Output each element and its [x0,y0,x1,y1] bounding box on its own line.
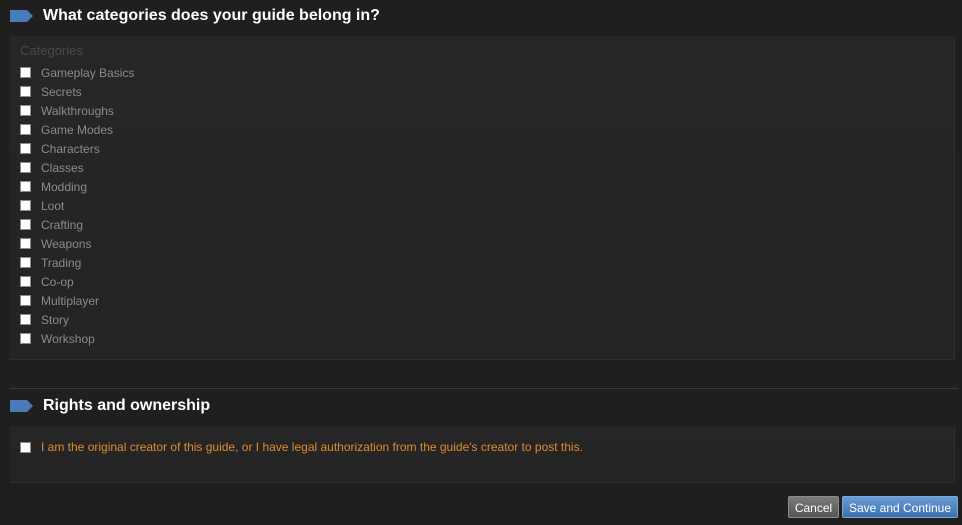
category-checkbox[interactable] [20,124,31,135]
category-label: Workshop [41,331,95,346]
category-label: Story [41,312,70,327]
category-label: Loot [41,198,65,213]
category-checkbox[interactable] [20,276,31,287]
blue-tag-icon [10,10,33,22]
category-checkbox[interactable] [20,257,31,268]
category-label: Crafting [41,217,84,232]
blue-tag-icon [10,400,33,412]
category-item-characters[interactable]: Characters [20,139,134,158]
category-item-trading[interactable]: Trading [20,253,134,272]
category-item-weapons[interactable]: Weapons [20,234,134,253]
rights-agreement-label: I am the original creator of this guide,… [41,440,583,454]
category-checkbox[interactable] [20,143,31,154]
rights-section-header: Rights and ownership [10,394,210,418]
category-label: Modding [41,179,88,194]
category-item-loot[interactable]: Loot [20,196,134,215]
categories-label: Categories [20,43,83,58]
category-label: Classes [41,160,84,175]
category-item-workshop[interactable]: Workshop [20,329,134,348]
category-checkbox[interactable] [20,105,31,116]
category-label: Characters [41,141,100,156]
category-item-co-op[interactable]: Co-op [20,272,134,291]
category-checkbox[interactable] [20,181,31,192]
rights-agreement-checkbox[interactable] [20,441,31,453]
rights-panel: I am the original creator of this guide,… [10,426,955,483]
category-item-modding[interactable]: Modding [20,177,134,196]
category-item-secrets[interactable]: Secrets [20,82,134,101]
category-item-crafting[interactable]: Crafting [20,215,134,234]
category-item-story[interactable]: Story [20,310,134,329]
category-label: Walkthroughs [41,103,114,118]
category-label: Game Modes [41,122,114,137]
category-item-game-modes[interactable]: Game Modes [20,120,134,139]
categories-panel: Categories Gameplay Basics Secrets Walkt… [10,36,955,360]
category-checkbox[interactable] [20,162,31,173]
category-label: Co-op [41,274,74,289]
categories-section-title: What categories does your guide belong i… [43,7,380,24]
category-item-classes[interactable]: Classes [20,158,134,177]
category-checkbox[interactable] [20,200,31,211]
category-checkbox[interactable] [20,314,31,325]
category-item-gameplay-basics[interactable]: Gameplay Basics [20,63,134,82]
rights-agreement[interactable]: I am the original creator of this guide,… [20,440,583,454]
category-checkbox[interactable] [20,238,31,249]
save-and-continue-button[interactable]: Save and Continue [842,496,958,518]
category-checkbox[interactable] [20,333,31,344]
section-divider [10,388,958,389]
category-checkbox[interactable] [20,86,31,97]
category-checkbox[interactable] [20,67,31,78]
category-label: Weapons [41,236,92,251]
category-label: Trading [41,255,82,270]
category-list: Gameplay Basics Secrets Walkthroughs Gam… [20,63,134,348]
rights-section-title: Rights and ownership [43,397,211,414]
category-label: Gameplay Basics [41,65,135,80]
category-label: Secrets [41,84,82,99]
category-item-multiplayer[interactable]: Multiplayer [20,291,134,310]
category-checkbox[interactable] [20,295,31,306]
cancel-button[interactable]: Cancel [788,496,839,518]
category-checkbox[interactable] [20,219,31,230]
category-item-walkthroughs[interactable]: Walkthroughs [20,101,134,120]
categories-section-header: What categories does your guide belong i… [10,4,380,28]
category-label: Multiplayer [41,293,100,308]
